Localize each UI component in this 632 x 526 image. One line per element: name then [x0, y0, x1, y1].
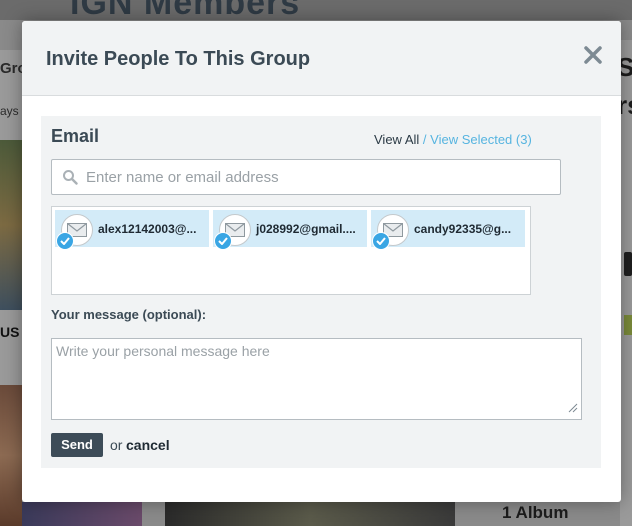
- background-button: [624, 252, 632, 276]
- invite-modal: Invite People To This Group Email View A…: [22, 21, 621, 502]
- search-icon: [62, 169, 78, 190]
- recipient-label: j028992@gmail....: [256, 222, 356, 236]
- modal-header: Invite People To This Group: [22, 21, 621, 96]
- background-left-text: US: [0, 324, 20, 340]
- cancel-link[interactable]: cancel: [126, 437, 170, 453]
- view-links: View All / View Selected (3): [374, 132, 532, 147]
- close-button[interactable]: [583, 45, 603, 65]
- message-textarea[interactable]: [51, 338, 582, 420]
- message-label: Your message (optional):: [51, 307, 207, 322]
- search-box[interactable]: [51, 159, 561, 195]
- search-input[interactable]: [84, 162, 558, 192]
- send-button[interactable]: Send: [51, 433, 103, 457]
- view-separator: /: [419, 132, 431, 147]
- background-heading: IGN Members: [70, 0, 301, 22]
- check-icon: [214, 232, 232, 250]
- recipient-chip[interactable]: alex12142003@...: [55, 210, 209, 250]
- view-all-link[interactable]: View All: [374, 132, 419, 147]
- recipients-list: alex12142003@... j028992@gmail.... candy…: [51, 206, 531, 295]
- modal-body: Email View All / View Selected (3) Enter…: [41, 116, 601, 468]
- background-image: [165, 502, 455, 526]
- recipient-label: alex12142003@...: [98, 222, 197, 236]
- or-text: or: [110, 437, 123, 453]
- modal-title: Invite People To This Group: [46, 48, 311, 70]
- recipient-chip[interactable]: j028992@gmail....: [213, 210, 367, 250]
- close-icon: [584, 46, 602, 64]
- background-image: [0, 140, 22, 310]
- view-selected-link[interactable]: View Selected (3): [430, 132, 532, 147]
- background-image: [22, 502, 142, 526]
- email-label: Email: [51, 126, 100, 146]
- background-strip: [624, 315, 632, 335]
- recipient-chip[interactable]: candy92335@g...: [371, 210, 525, 250]
- background-left-text: ays: [0, 104, 19, 118]
- check-icon: [372, 232, 390, 250]
- background-album-count: 1 Album: [502, 503, 569, 522]
- recipient-label: candy92335@g...: [414, 222, 512, 236]
- check-icon: [56, 232, 74, 250]
- resize-grip-icon[interactable]: [568, 403, 578, 413]
- background-image: [0, 385, 22, 526]
